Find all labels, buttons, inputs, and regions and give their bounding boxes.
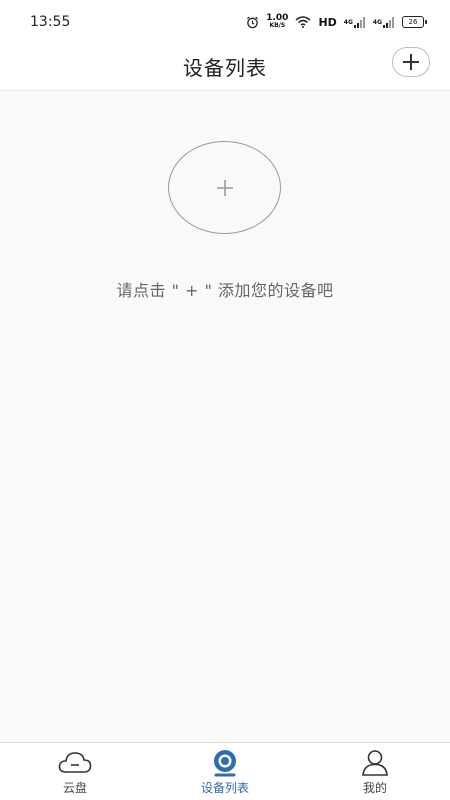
signal-icon-1: 4G <box>343 16 366 28</box>
signal1-label: 4G <box>343 18 353 26</box>
speed-unit: KB/S <box>269 22 286 29</box>
signal2-label: 4G <box>372 18 382 26</box>
battery-indicator: 26 <box>402 16 427 28</box>
empty-add-device-button[interactable] <box>168 141 281 234</box>
bottom-tab-bar: 云盘 设备列表 我的 <box>0 742 450 800</box>
speed-value: 1.00 <box>266 13 289 23</box>
tab-label: 我的 <box>362 781 387 795</box>
plus-icon <box>403 54 419 70</box>
plus-icon <box>216 179 233 196</box>
status-bar: 13:55 1.00 KB/S HD 4G 4G 26 <box>0 0 450 44</box>
empty-state-message: 请点击 " + " 添加您的设备吧 <box>116 281 334 300</box>
page-title: 设备列表 <box>183 56 267 80</box>
add-device-button[interactable] <box>392 47 430 77</box>
tab-label: 设备列表 <box>200 781 249 795</box>
status-icons: 1.00 KB/S HD 4G 4G 26 <box>246 12 427 32</box>
camera-icon <box>211 749 239 777</box>
network-speed: 1.00 KB/S <box>266 14 288 30</box>
tab-label: 云盘 <box>62 781 87 795</box>
wifi-icon <box>295 16 311 28</box>
person-icon <box>361 749 389 777</box>
alarm-icon <box>246 16 259 29</box>
cloud-icon <box>58 749 92 777</box>
status-time: 13:55 <box>30 14 71 30</box>
battery-level: 26 <box>408 18 418 26</box>
hd-label: HD <box>318 15 337 29</box>
signal-icon-2: 4G <box>372 16 395 28</box>
tab-device-list[interactable]: 设备列表 <box>150 743 300 800</box>
tab-mine[interactable]: 我的 <box>300 743 450 800</box>
tab-cloud[interactable]: 云盘 <box>0 743 150 800</box>
header: 设备列表 <box>0 44 450 91</box>
